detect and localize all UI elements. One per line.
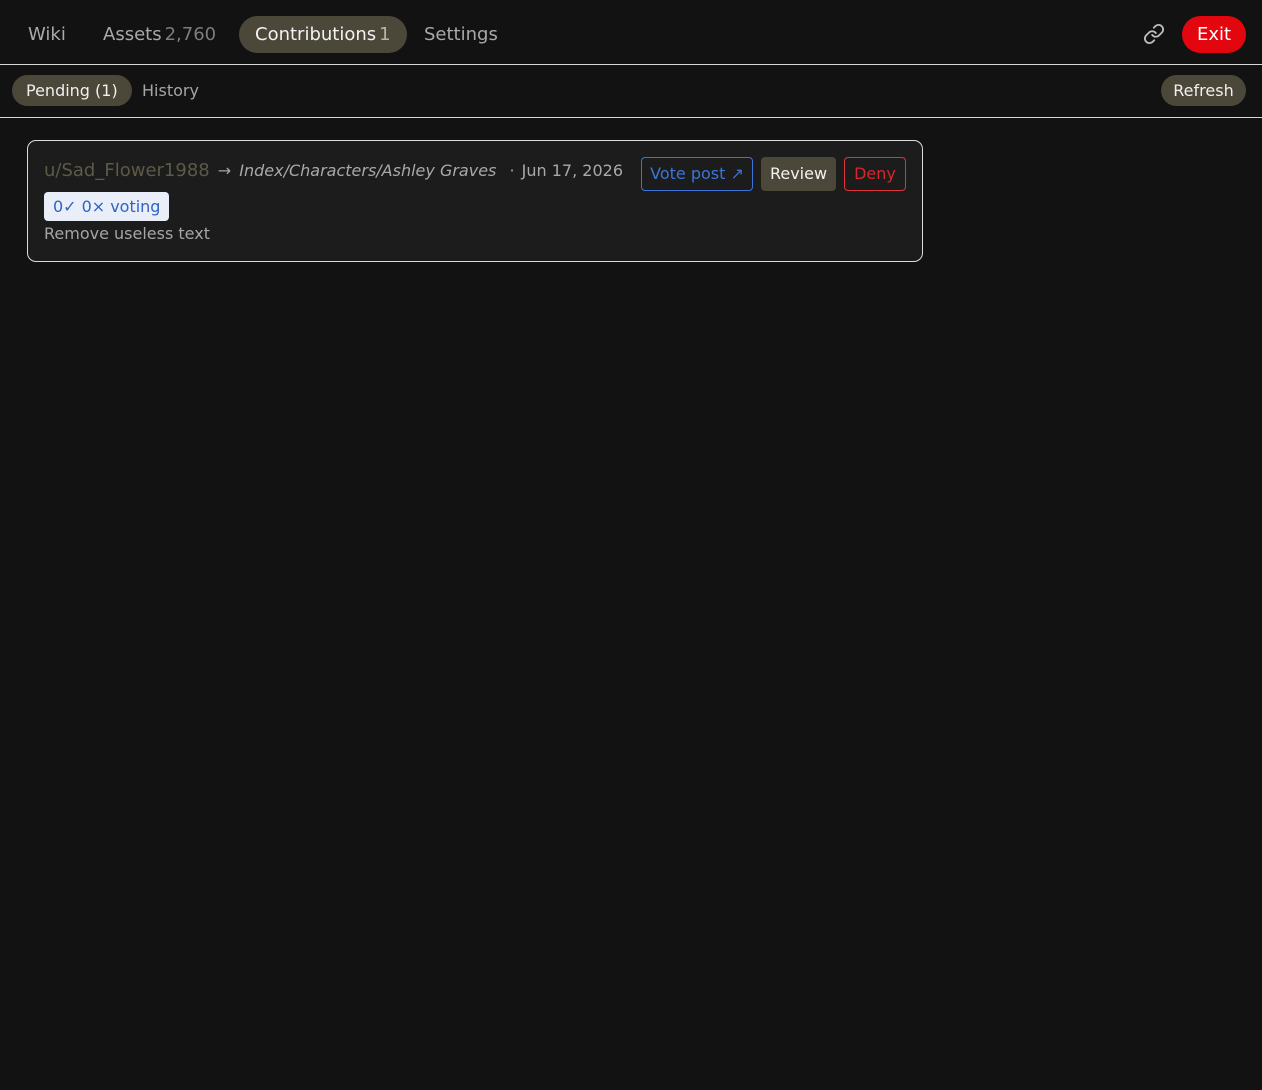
copy-link-button[interactable] [1138,18,1170,50]
contribution-meta: u/Sad_Flower1988 → Index/Characters/Ashle… [44,160,623,181]
contribution-date: Jun 17, 2026 [521,161,623,180]
review-button[interactable]: Review [761,157,836,191]
tab-contributions[interactable]: Contributions 1 [239,16,407,53]
deny-button[interactable]: Deny [844,157,906,191]
yes-votes: 0✓ [53,197,77,216]
tab-assets[interactable]: Assets 2,760 [103,16,216,53]
refresh-button[interactable]: Refresh [1161,75,1246,106]
tab-wiki[interactable]: Wiki [28,16,66,53]
subtab-pending[interactable]: Pending (1) [12,75,132,106]
vote-post-button[interactable]: Vote post ↗ [641,157,753,191]
tab-wiki-label: Wiki [28,24,66,45]
vote-status-badge: 0✓ 0× voting [44,192,170,221]
subtab-history[interactable]: History [142,75,199,106]
tab-settings[interactable]: Settings [424,16,498,53]
tab-contributions-count: 1 [379,24,391,45]
arrow-right-icon: → [217,161,232,180]
no-votes: 0× [81,197,106,216]
tab-settings-label: Settings [424,24,498,45]
contributor-username[interactable]: u/Sad_Flower1988 [44,160,210,181]
target-page-path: Index/Characters/Ashley Graves [239,161,497,180]
contributions-subnav: Pending (1) History Refresh [0,65,1262,118]
tab-assets-label: Assets [103,24,162,45]
contribution-description: Remove useless text [44,224,210,243]
tab-contributions-label: Contributions [255,24,377,45]
tab-assets-count: 2,760 [164,24,217,45]
top-navigation: Wiki Assets 2,760 Contributions 1 Settings… [0,0,1262,65]
link-icon [1143,23,1165,45]
meta-separator: · [509,161,515,180]
vote-status: voting [110,197,161,216]
contribution-card: u/Sad_Flower1988 → Index/Characters/Ashle… [27,140,923,262]
exit-button[interactable]: Exit [1182,16,1246,53]
